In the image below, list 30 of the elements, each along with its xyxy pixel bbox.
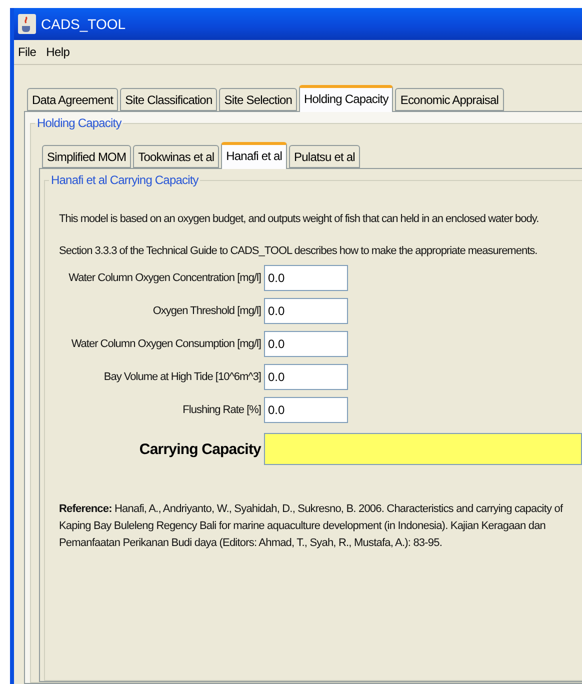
- group-title: Holding Capacity: [36, 116, 123, 130]
- section-note: Section 3.3.3 of the Technical Guide to CADS_TOOL describes how to make the appropriate measurements.: [59, 245, 538, 257]
- description-text: This model is based on an oxygen budget, and outputs weight of fish that can held in an enclosed water body.: [59, 213, 540, 225]
- tab[interactable]: Site Classification: [120, 88, 218, 111]
- group-title: Hanafi et al Carrying Capacity: [50, 173, 200, 187]
- input-field[interactable]: 0.0: [264, 364, 348, 390]
- reference-text: Reference: Hanafi, A., Andriyanto, W., Syahidah, D., Sukresno, B. 2006. Characteristics and carrying capacity of Kaping Bay Buleleng Regency Bali for marine aquaculture development (in Indonesia). Kajian Keragaan dan Pemanfaatan Perikanan Budi daya (Editors: Ahmad, T., Syah, R., Mustafa, A.): 83-95.: [59, 502, 564, 551]
- input-field[interactable]: 0.0: [264, 331, 348, 357]
- field-label: Water Column Oxygen Consumption [mg/l]: [70, 338, 261, 350]
- field-label: Water Column Oxygen Concentration [mg/l]: [68, 272, 261, 284]
- input-field[interactable]: 0.0: [264, 397, 348, 423]
- result-label: Carrying Capacity: [138, 440, 261, 458]
- tab[interactable]: Site Selection: [219, 88, 298, 111]
- tab[interactable]: Holding Capacity: [299, 85, 394, 112]
- menu-item[interactable]: Help: [46, 45, 70, 59]
- tab[interactable]: Economic Appraisal: [395, 88, 504, 111]
- result-field[interactable]: [264, 433, 582, 465]
- input-field[interactable]: 0.0: [264, 265, 348, 291]
- coffee-cup-icon: [18, 14, 36, 34]
- tab[interactable]: Pulatsu et al: [289, 145, 360, 168]
- tab[interactable]: Tookwinas et al: [133, 145, 220, 168]
- tab[interactable]: Data Agreement: [27, 88, 118, 111]
- window-title: CADS_TOOL: [41, 16, 126, 32]
- tab[interactable]: Simplified MOM: [42, 145, 132, 168]
- field-label: Bay Volume at High Tide [10^6m^3]: [102, 371, 261, 383]
- tab[interactable]: Hanafi et al: [221, 142, 288, 169]
- field-label: Flushing Rate [%]: [182, 404, 261, 416]
- menu-item[interactable]: File: [18, 45, 36, 59]
- field-label: Oxygen Threshold [mg/l]: [152, 305, 261, 317]
- input-field[interactable]: 0.0: [264, 298, 348, 324]
